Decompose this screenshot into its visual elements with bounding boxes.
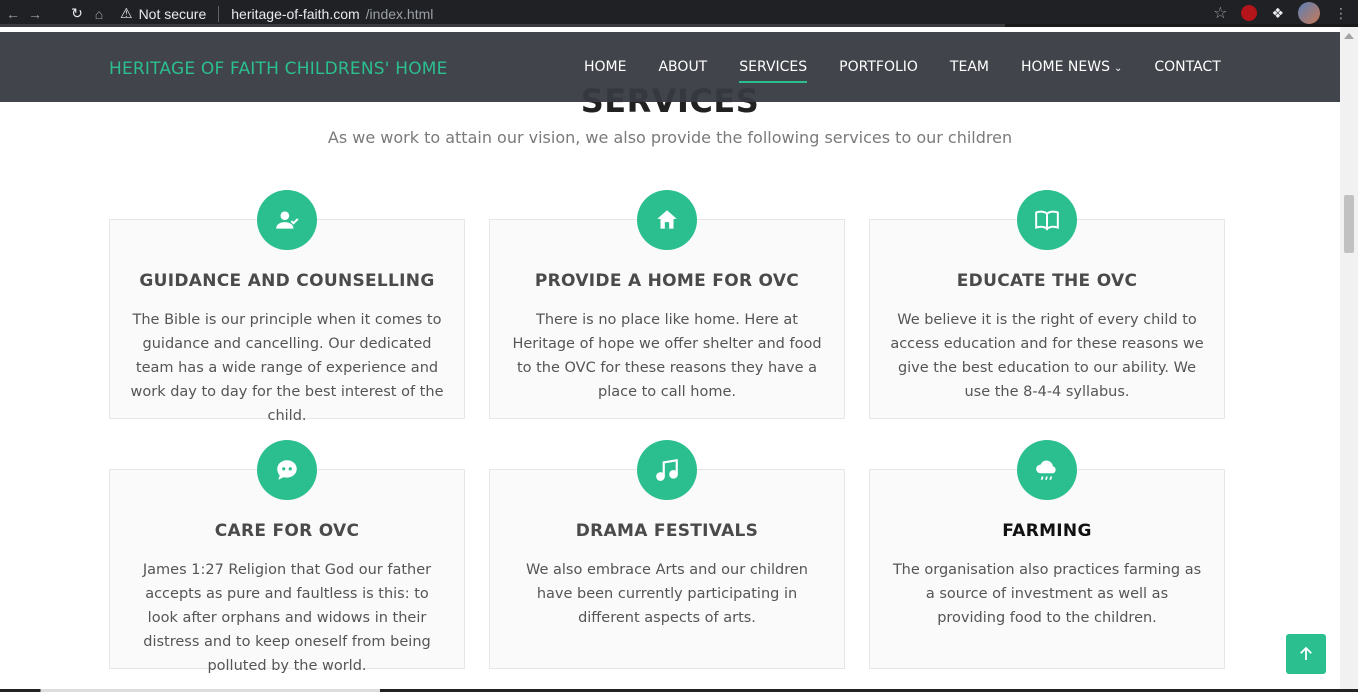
reload-icon[interactable]: ↻ [66,3,88,25]
service-card: DRAMA FESTIVALS We also embrace Arts and… [489,440,845,669]
service-card: CARE FOR OVC James 1:27 Religion that Go… [109,440,465,674]
scrollbar-thumb[interactable] [1344,195,1354,253]
page-scrollbar[interactable] [1340,27,1358,692]
bookmark-star-icon[interactable]: ☆ [1213,3,1227,23]
menu-kebab-icon[interactable]: ⋮ [1334,5,1348,22]
address-separator [218,5,220,22]
section-subtitle: As we work to attain our vision, we also… [327,128,1013,147]
nav-home-news[interactable]: HOME NEWS ⌄ [1021,59,1122,75]
user-check-icon [257,190,317,250]
home-icon[interactable]: ⌂ [88,3,110,25]
nav-home[interactable]: HOME [584,59,626,75]
service-text: James 1:27 Religion that God our father … [142,562,432,674]
site-logo[interactable]: HERITAGE OF FAITH CHILDRENS' HOME [109,59,448,79]
service-title: PROVIDE A HOME FOR OVC [534,271,800,291]
book-icon [1017,190,1077,250]
service-card: GUIDANCE AND COUNSELLING The Bible is ou… [109,190,465,424]
cloud-rain-icon [1017,440,1077,500]
ublock-extension-icon[interactable] [1241,5,1258,21]
service-title: CARE FOR OVC [214,521,360,541]
forward-icon[interactable]: → [24,3,46,25]
arrow-up-icon [1300,646,1312,660]
service-text: We also embrace Arts and our children ha… [526,562,808,626]
home-icon [637,190,697,250]
warning-icon: ⚠ [120,5,133,21]
profile-avatar[interactable] [1298,2,1320,24]
nav-portfolio[interactable]: PORTFOLIO [839,59,918,75]
url-host: heritage-of-faith.com [231,5,360,22]
service-text: There is no place like home. Here at Her… [512,312,822,400]
service-card: EDUCATE THE OVC We believe it is the rig… [869,190,1225,419]
music-icon [637,440,697,500]
service-text: The Bible is our principle when it comes… [130,312,444,424]
page-viewport: HERITAGE OF FAITH CHILDRENS' HOME HOME A… [0,27,1340,692]
scroll-up-icon[interactable] [1344,33,1354,39]
service-text: The organisation also practices farming … [892,562,1202,626]
nav-contact[interactable]: CONTACT [1154,59,1220,75]
service-title: GUIDANCE AND COUNSELLING [139,271,435,291]
service-card: FARMING The organisation also practices … [869,440,1225,669]
nav-home-news-label: HOME NEWS [1020,59,1110,75]
chevron-down-icon: ⌄ [1113,63,1123,74]
back-to-top-button[interactable] [1286,634,1326,674]
url-path: /index.html [365,5,434,22]
service-text: We believe it is the right of every chil… [890,312,1204,400]
service-title: DRAMA FESTIVALS [575,521,759,541]
service-card: PROVIDE A HOME FOR OVC There is no place… [489,190,845,419]
address-bar[interactable]: ⚠ Not secure heritage-of-faith.com/index… [120,5,433,22]
service-title: FARMING [1002,521,1092,541]
back-icon[interactable]: ← [2,3,24,25]
nav-about[interactable]: ABOUT [658,59,707,75]
nav-team[interactable]: TEAM [950,59,989,75]
nav-services[interactable]: SERVICES [739,59,807,83]
site-header: HERITAGE OF FAITH CHILDRENS' HOME HOME A… [0,32,1340,102]
extensions-puzzle-icon[interactable]: ❖ [1271,5,1284,22]
chat-icon [257,440,317,500]
service-title: EDUCATE THE OVC [956,271,1138,291]
browser-toolbar: ← → ↻ ⌂ ⚠ Not secure heritage-of-faith.c… [0,0,1358,27]
security-label: Not secure [138,5,207,22]
main-nav: HOME ABOUT SERVICES PORTFOLIO TEAM HOME … [584,59,1253,83]
